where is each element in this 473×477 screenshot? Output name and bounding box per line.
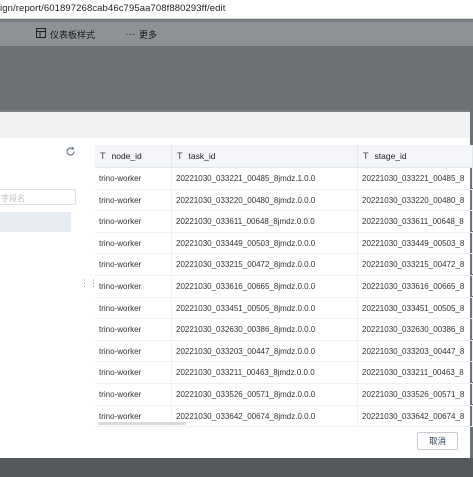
table-cell: 20221030_032630_00386_8jmdz.0.0.0 (172, 319, 358, 340)
table-cell: 20221030_033611_00648_8 (358, 211, 473, 232)
table-cell: 20221030_033220_00480_8jmdz.0.0.0 (172, 189, 358, 210)
more-button[interactable]: ··· 更多 (125, 27, 157, 41)
table-row: trino-worker 20221030_033449_00503_8jmdz.… (95, 232, 473, 255)
page-bottom-overlay (0, 458, 473, 477)
dashboard-style-label: 仪表板样式 (50, 29, 96, 40)
more-dots-icon: ··· (125, 28, 135, 40)
table-row: trino-worker 20221030_033616_00665_8jmdz.… (95, 275, 473, 298)
table-cell: 20221030_033526_00571_8jmdz.0.0.0 (172, 383, 358, 404)
field-search-input[interactable]: 字段名 (0, 189, 76, 205)
cancel-button[interactable]: 取消 (417, 432, 458, 450)
report-toolbar: 仪表板样式 ··· 更多 (0, 22, 473, 46)
table-cell: trino-worker (95, 362, 172, 383)
dashboard-style-button[interactable]: 仪表板样式 (36, 27, 95, 41)
table-cell: trino-worker (95, 275, 172, 296)
table-cell: trino-worker (95, 189, 172, 210)
table-cell: trino-worker (95, 319, 172, 340)
refresh-icon[interactable] (65, 146, 76, 157)
table-row: trino-worker 20221030_033211_00463_8jmdz.… (95, 362, 473, 384)
dialog-header (0, 112, 473, 139)
table-cell: 20221030_033211_00463_8jmdz.0.0.0 (172, 362, 358, 383)
field-list-selected-item[interactable] (0, 212, 71, 232)
table-cell: 20221030_033203_00447_8 (358, 340, 473, 361)
table-cell: 20221030_033215_00472_8 (358, 254, 473, 275)
search-placeholder: 字段名 (1, 194, 25, 203)
table-row: trino-worker 20221030_033611_00648_8jmdz.… (95, 211, 473, 233)
table-cell: 20221030_033616_00665_8 (358, 275, 473, 296)
more-label: 更多 (139, 29, 158, 40)
table-row: trino-worker 20221030_033526_00571_8jmdz.… (95, 383, 473, 406)
table-cell: 20221030_033211_00463_8 (358, 362, 473, 383)
table-cell: trino-worker (95, 340, 172, 361)
column-label: stage_id (374, 151, 407, 161)
data-preview-table: Tnode_id Ttask_id Tstage_id trino-worker… (95, 145, 473, 428)
table-cell: 20221030_033449_00503_8 (358, 232, 473, 253)
table-cell: 20221030_032630_00386_8 (358, 319, 473, 340)
column-header-node-id[interactable]: Tnode_id (95, 145, 172, 167)
table-row: trino-worker 20221030_033220_00480_8jmdz.… (95, 189, 473, 212)
dashboard-style-icon (36, 27, 46, 41)
table-cell: 20221030_033616_00665_8jmdz.0.0.0 (172, 275, 358, 296)
table-cell: 20221030_033449_00503_8jmdz.0.0.0 (172, 232, 358, 253)
column-label: task_id (188, 151, 216, 161)
table-cell: trino-worker (95, 232, 172, 253)
text-field-icon: T (177, 151, 183, 161)
column-label: node_id (111, 151, 142, 161)
table-cell: 20221030_033451_00505_8 (358, 297, 473, 318)
table-cell: trino-worker (95, 383, 172, 404)
table-cell: 20221030_033451_00505_8jmdz.0.0.0 (172, 297, 358, 318)
text-field-icon: T (363, 151, 369, 161)
table-cell: 20221030_033526_00571_8 (358, 383, 473, 404)
table-row: trino-worker 20221030_032630_00386_8jmdz.… (95, 319, 473, 341)
table-cell: 20221030_033221_00485_8 (358, 168, 473, 188)
table-cell: 20221030_033203_00447_8jmdz.0.0.0 (172, 340, 358, 361)
table-cell: 20221030_033215_00472_8jmdz.0.0.0 (172, 254, 358, 275)
table-cell: 20221030_033642_00674_8 (358, 405, 473, 426)
table-cell: 20221030_033221_00485_8jmdz.1.0.0 (172, 168, 358, 188)
table-cell: trino-worker (95, 297, 172, 318)
table-cell: 20221030_033642_00674_8jmdz.0.0.0 (172, 405, 358, 426)
table-row: trino-worker 20221030_033451_00505_8jmdz.… (95, 297, 473, 320)
column-header-stage-id[interactable]: Tstage_id (358, 145, 473, 167)
table-cell: 20221030_033611_00648_8jmdz.0.0.0 (172, 211, 358, 232)
text-field-icon: T (100, 151, 106, 161)
table-cell: trino-worker (95, 254, 172, 275)
table-cell: 20221030_033220_00480_8 (358, 189, 473, 210)
browser-address-bar[interactable]: ign/report/601897268cab46c795aa708f88029… (0, 0, 473, 19)
table-row: trino-worker 20221030_033221_00485_8jmdz.… (95, 168, 473, 190)
url-text[interactable]: ign/report/601897268cab46c795aa708f88029… (0, 3, 225, 14)
table-cell: trino-worker (95, 168, 172, 188)
table-row: trino-worker 20221030_033215_00472_8jmdz.… (95, 254, 473, 276)
table-row: trino-worker 20221030_033203_00447_8jmdz.… (95, 340, 473, 363)
editor-background (0, 46, 473, 110)
table-cell: trino-worker (95, 211, 172, 232)
drag-handle-icon[interactable]: ⋮⋮ (80, 279, 98, 292)
column-header-task-id[interactable]: Ttask_id (172, 145, 358, 167)
table-body: trino-worker 20221030_033221_00485_8jmdz.… (95, 168, 473, 428)
horizontal-scrollbar[interactable] (98, 422, 186, 425)
table-header: Tnode_id Ttask_id Tstage_id (95, 145, 473, 168)
